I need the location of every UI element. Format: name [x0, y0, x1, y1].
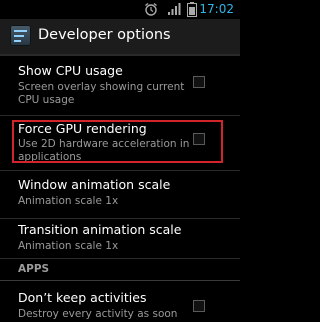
pref-summary: Use 2D hardware acceleration in applicat… — [18, 138, 190, 163]
pref-title: Force GPU rendering — [18, 121, 147, 136]
pref-title: Don’t keep activities — [18, 290, 147, 305]
pref-dont-keep-activities[interactable]: Don’t keep activities Destroy every acti… — [0, 282, 240, 322]
settings-app-icon[interactable] — [10, 25, 31, 46]
pref-title: Show CPU usage — [18, 63, 123, 78]
show-cpu-usage-checkbox[interactable] — [193, 76, 205, 88]
action-bar: Developer options — [0, 19, 240, 56]
status-time: 17:02 — [199, 2, 234, 16]
pref-summary: Animation scale 1x — [18, 195, 119, 207]
pref-summary: Destroy every activity as soon — [18, 308, 178, 320]
section-header-apps: APPS — [0, 258, 240, 281]
pref-title: Window animation scale — [18, 177, 171, 192]
force-gpu-rendering-checkbox[interactable] — [193, 133, 205, 145]
pref-window-animation-scale[interactable]: Window animation scale Animation scale 1… — [0, 170, 240, 219]
pref-summary: Screen overlay showing current CPU usage — [18, 81, 185, 106]
dont-keep-activities-checkbox[interactable] — [193, 300, 205, 312]
pref-force-gpu-rendering[interactable]: Force GPU rendering Use 2D hardware acce… — [0, 115, 240, 171]
section-header-label: APPS — [18, 263, 50, 275]
alarm-icon — [145, 2, 157, 16]
page-title: Developer options — [38, 27, 171, 43]
battery-icon — [187, 2, 197, 17]
signal-icon — [168, 3, 181, 15]
pref-show-cpu-usage[interactable]: Show CPU usage Screen overlay showing cu… — [0, 56, 240, 116]
pref-transition-animation-scale[interactable]: Transition animation scale Animation sca… — [0, 218, 240, 259]
pref-title: Transition animation scale — [18, 222, 182, 237]
pref-summary: Animation scale 1x — [18, 240, 119, 252]
status-bar: 17:02 — [0, 0, 240, 19]
